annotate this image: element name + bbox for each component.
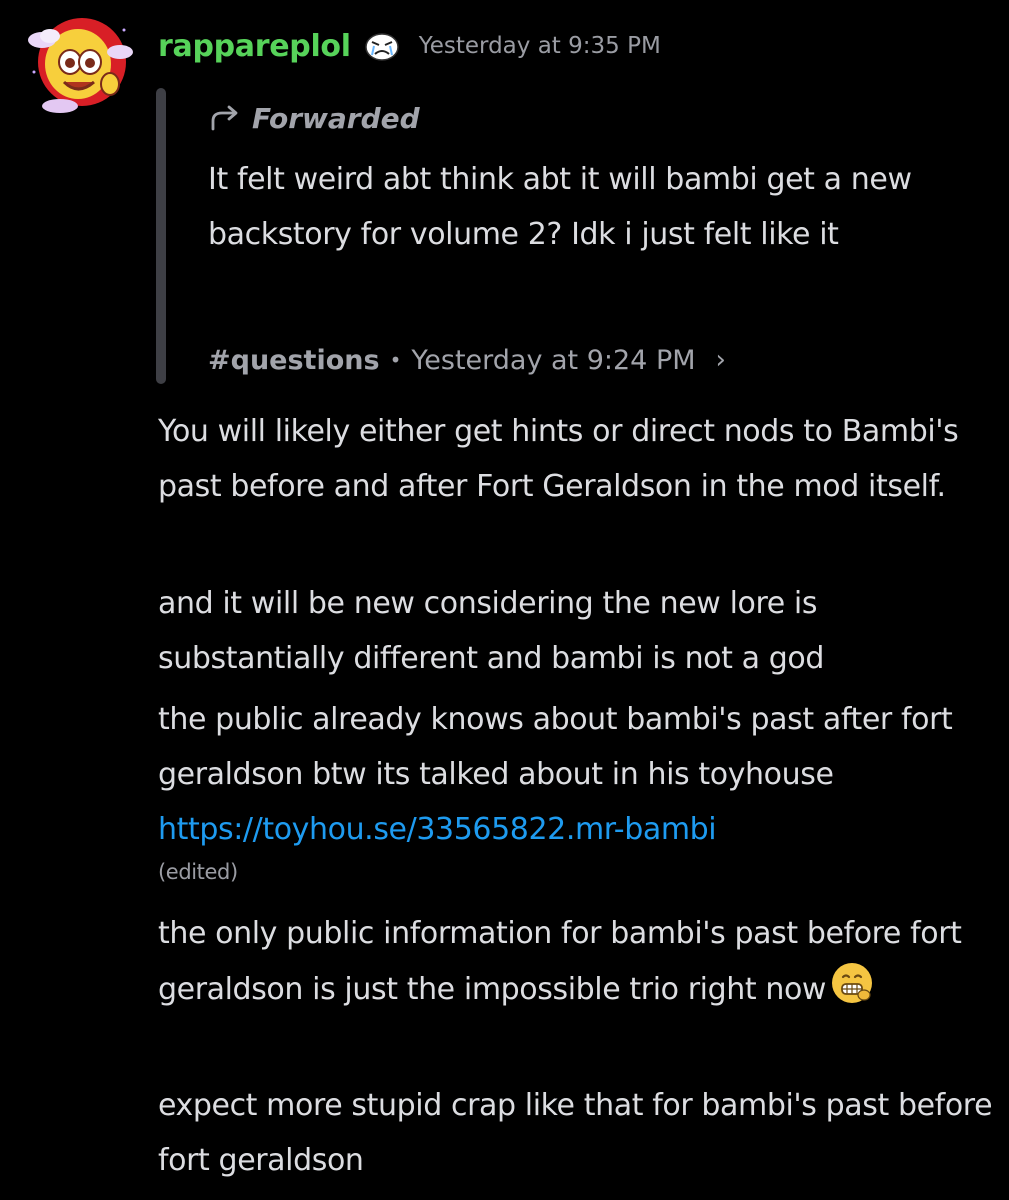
forwarded-message-text: It felt weird abt think abt it will bamb… (208, 162, 912, 252)
username[interactable]: rappareplol (158, 29, 351, 64)
message-header: rappareplol Yesterday at 9:35 PM (158, 22, 661, 70)
message-paragraph-2: and it will be new considering the new l… (158, 586, 824, 676)
forwarded-label: Forwarded (208, 96, 420, 140)
forward-source[interactable]: #questions • Yesterday at 9:24 PM › (208, 336, 726, 384)
avatar-icon (28, 18, 133, 113)
grimacing-emoji-icon[interactable] (830, 961, 874, 1005)
message-timestamp[interactable]: Yesterday at 9:35 PM (419, 33, 661, 59)
paragraph-text: the public already knows about bambi's p… (158, 702, 953, 792)
message-paragraph-5: expect more stupid crap like that for ba… (158, 1088, 993, 1178)
forward-quote-bar (156, 88, 166, 384)
separator-dot: • (389, 348, 402, 372)
crying-face-badge-icon[interactable] (363, 29, 401, 63)
user-avatar[interactable] (20, 12, 138, 116)
source-channel-link[interactable]: #questions (208, 345, 380, 376)
edited-label: (edited) (158, 860, 238, 884)
forward-arrow-icon (211, 105, 238, 131)
message-paragraph-3: the public already knows about bambi's p… (158, 692, 1000, 887)
toyhouse-link[interactable]: https://toyhou.se/33565822.mr-bambi (158, 812, 717, 847)
message-paragraph-1: You will likely either get hints or dire… (158, 414, 959, 504)
chevron-right-icon[interactable]: › (716, 345, 726, 375)
message-paragraph-4: the only public information for bambi's … (158, 906, 1000, 1017)
forwarded-text-label: Forwarded (252, 101, 420, 135)
source-timestamp[interactable]: Yesterday at 9:24 PM (411, 345, 695, 376)
